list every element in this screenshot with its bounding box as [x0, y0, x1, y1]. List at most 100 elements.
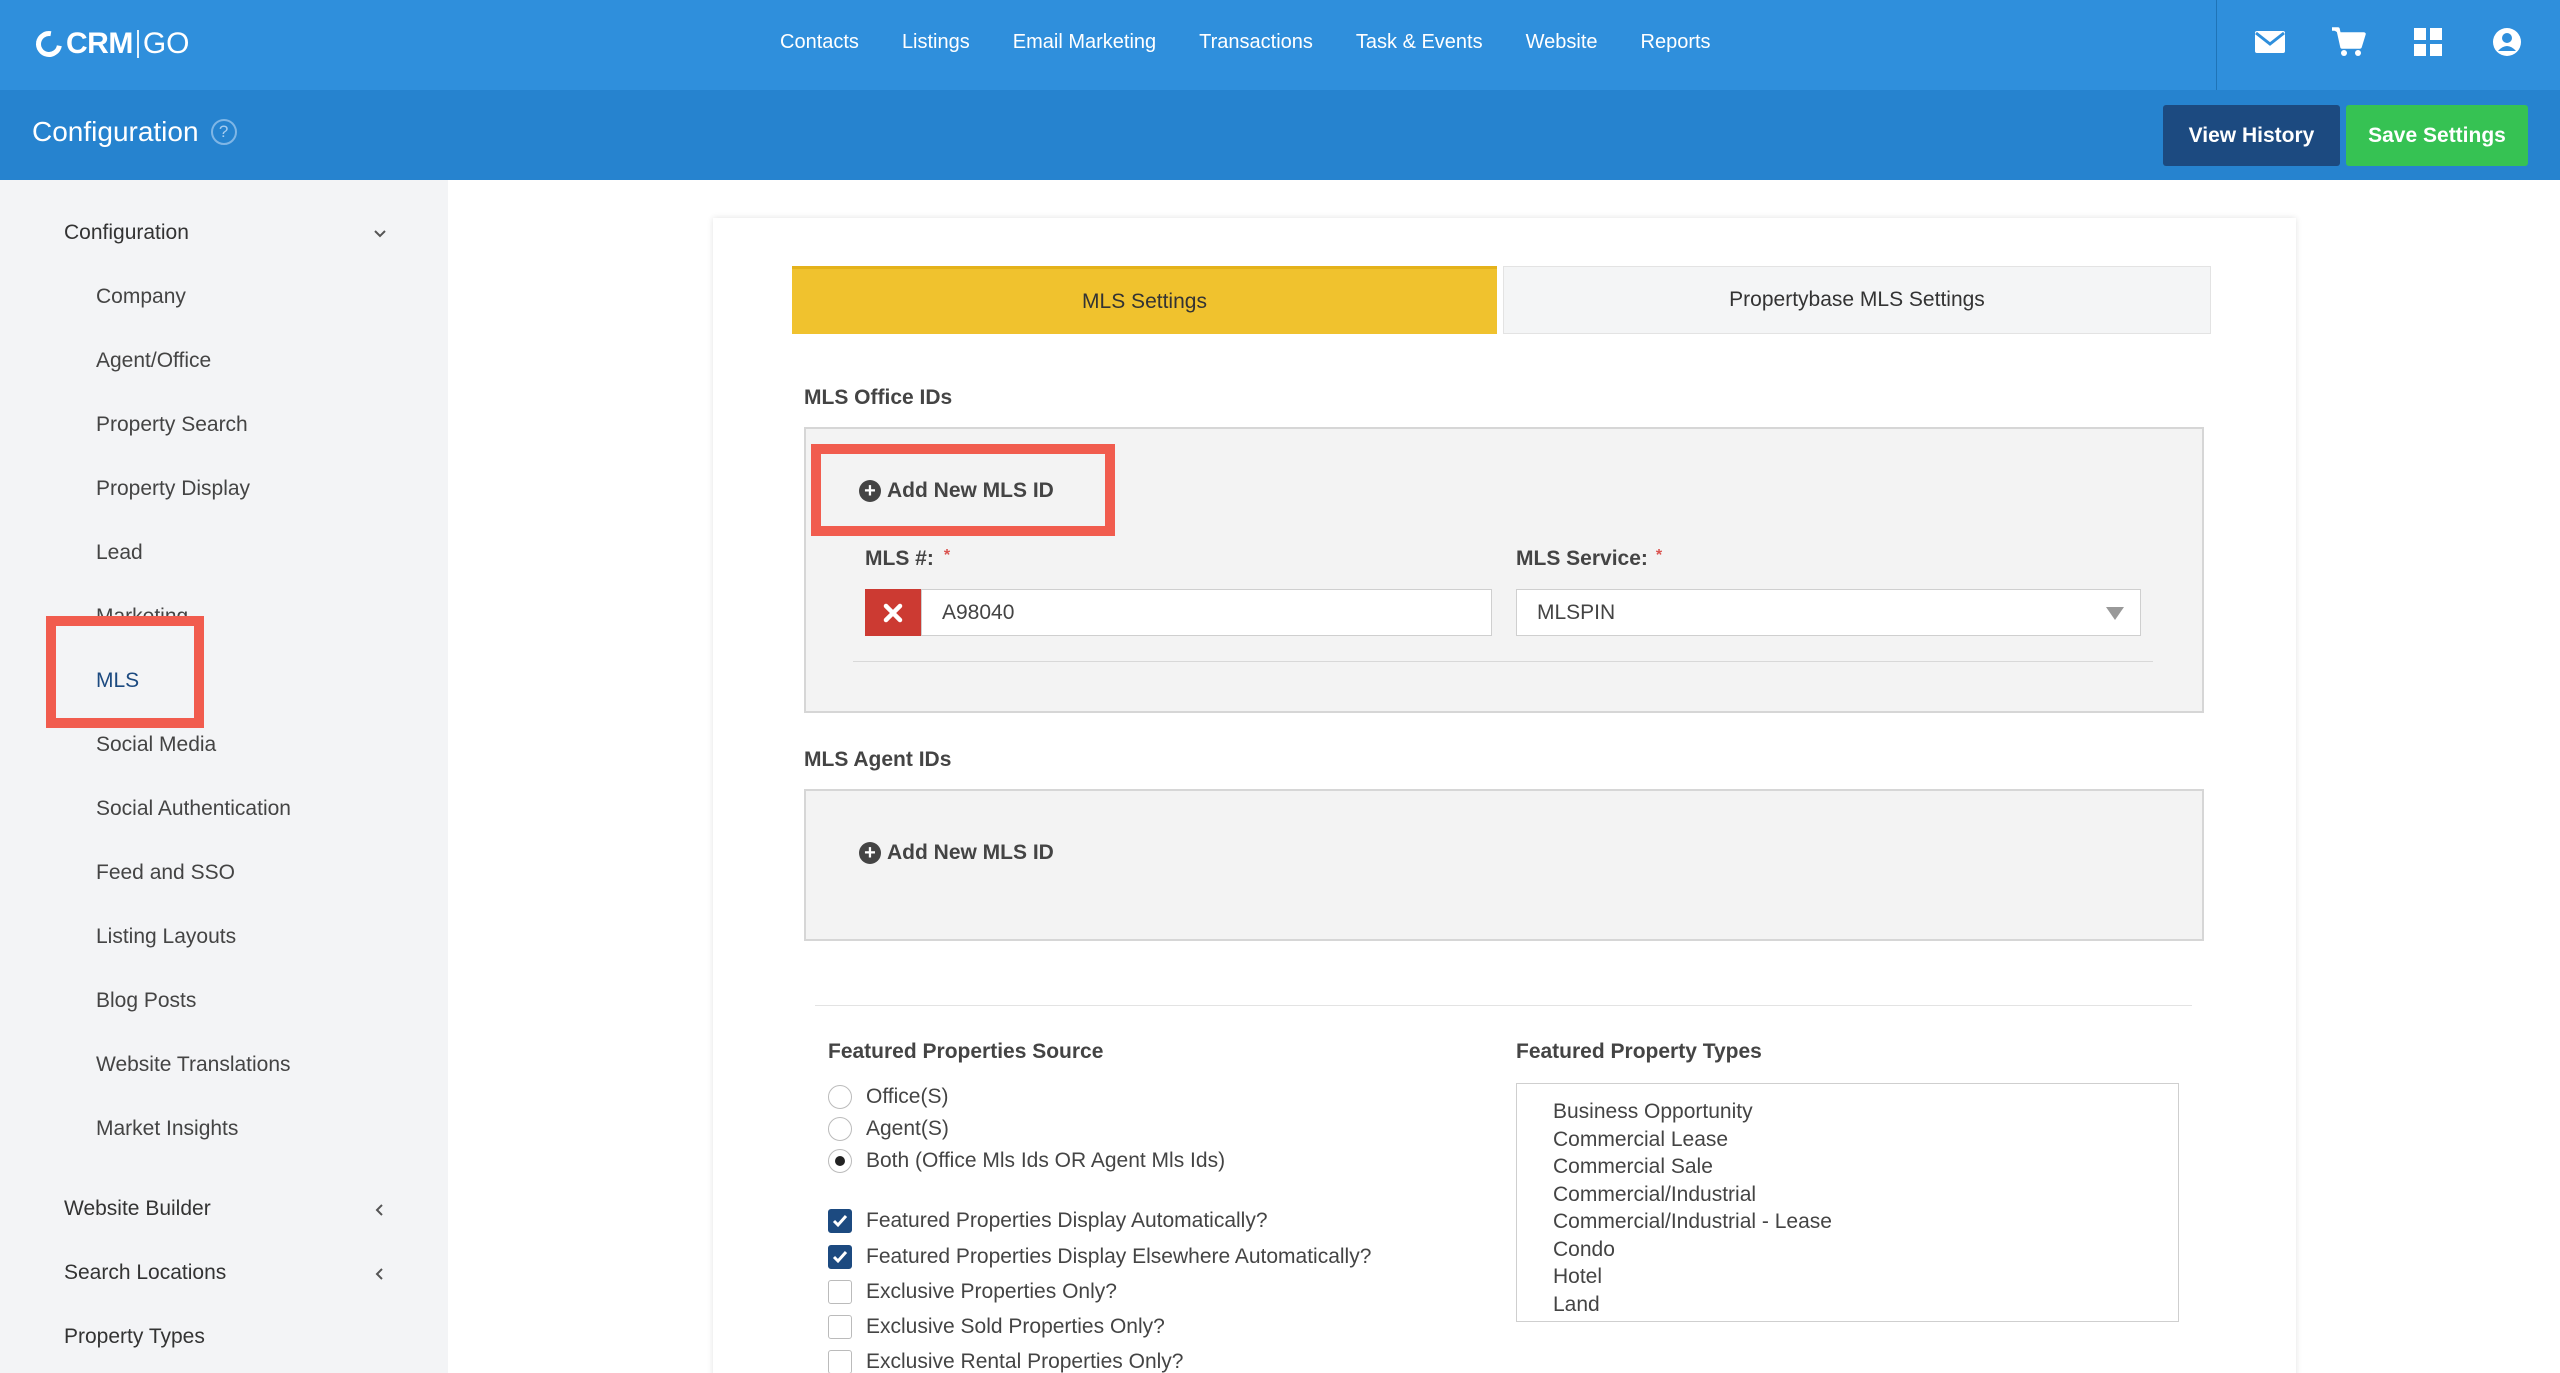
checkbox-exclusive-rental-only[interactable]: Exclusive Rental Properties Only?: [828, 1350, 1183, 1373]
nav-divider: [2216, 0, 2217, 90]
close-icon: [883, 603, 903, 622]
nav-reports[interactable]: Reports: [1641, 31, 1711, 54]
sidebar-item-website-translations[interactable]: Website Translations: [96, 1053, 291, 1077]
sidebar-item-configuration[interactable]: Configuration: [64, 221, 189, 245]
add-office-mls-id-label: Add New MLS ID: [887, 479, 1054, 502]
mls-agent-ids-label: MLS Agent IDs: [804, 748, 952, 771]
checkbox-unchecked[interactable]: [828, 1315, 852, 1339]
listbox-option[interactable]: Land: [1553, 1291, 2178, 1319]
help-icon[interactable]: ?: [210, 119, 237, 145]
sidebar-item-listing-layouts[interactable]: Listing Layouts: [96, 925, 236, 949]
tab-propertybase-mls-settings[interactable]: Propertybase MLS Settings: [1503, 266, 2211, 334]
remove-mls-id-button[interactable]: [865, 589, 921, 636]
mls-number-label-text: MLS #:: [865, 547, 934, 570]
crmgo-logo[interactable]: CRM GO: [30, 25, 190, 63]
radio-button-selected[interactable]: [828, 1149, 852, 1173]
logo-go-text: GO: [142, 27, 190, 60]
chevron-left-icon[interactable]: [370, 1264, 390, 1284]
radio-button[interactable]: [828, 1117, 852, 1141]
sidebar-item-lead[interactable]: Lead: [96, 541, 143, 565]
plus-circle-icon: +: [859, 480, 881, 502]
listbox-option[interactable]: Business Opportunity: [1553, 1098, 2178, 1126]
cart-icon[interactable]: [2329, 24, 2369, 60]
user-icon[interactable]: [2487, 24, 2527, 60]
check-icon: [832, 1251, 848, 1264]
sidebar-item-social-media[interactable]: Social Media: [96, 733, 216, 757]
nav-task-events[interactable]: Task & Events: [1356, 31, 1483, 54]
section-divider: [815, 1005, 2192, 1006]
featured-types-listbox[interactable]: Business Opportunity Commercial Lease Co…: [1516, 1083, 2179, 1322]
top-icons: [2250, 24, 2527, 60]
featured-types-label: Featured Property Types: [1516, 1040, 1762, 1063]
nav-contacts[interactable]: Contacts: [780, 31, 859, 54]
sidebar-item-website-builder[interactable]: Website Builder: [64, 1197, 211, 1221]
mls-number-input[interactable]: [921, 589, 1492, 636]
nav-listings[interactable]: Listings: [902, 31, 970, 54]
mls-agent-ids-well: [804, 789, 2204, 941]
caret-down-icon: [2106, 607, 2124, 620]
sidebar-item-search-locations[interactable]: Search Locations: [64, 1261, 226, 1285]
listbox-option[interactable]: Commercial/Industrial: [1553, 1181, 2178, 1209]
required-marker: *: [943, 547, 951, 564]
checkbox-label: Exclusive Rental Properties Only?: [866, 1350, 1184, 1373]
sidebar-item-blog-posts[interactable]: Blog Posts: [96, 989, 196, 1013]
main-nav: Contacts Listings Email Marketing Transa…: [780, 0, 1754, 84]
checkbox-unchecked[interactable]: [828, 1280, 852, 1304]
sidebar-item-mls[interactable]: MLS: [96, 669, 139, 693]
chevron-left-icon[interactable]: [370, 1200, 390, 1220]
radio-agent[interactable]: Agent(S): [828, 1117, 949, 1141]
listbox-option[interactable]: Condo: [1553, 1236, 2178, 1264]
mls-service-label-text: MLS Service:: [1516, 547, 1648, 570]
plus-circle-icon: +: [859, 842, 881, 864]
mls-office-ids-label: MLS Office IDs: [804, 386, 953, 409]
radio-both[interactable]: Both (Office Mls Ids OR Agent Mls Ids): [828, 1149, 1225, 1173]
listbox-option[interactable]: Commercial Sale: [1553, 1153, 2178, 1181]
nav-website[interactable]: Website: [1526, 31, 1598, 54]
add-agent-mls-id-button[interactable]: + Add New MLS ID: [859, 841, 1054, 865]
grid-icon[interactable]: [2408, 24, 2448, 60]
checkbox-unchecked[interactable]: [828, 1350, 852, 1373]
mls-service-select[interactable]: MLSPIN: [1516, 589, 2141, 636]
mail-icon[interactable]: [2250, 24, 2290, 60]
radio-agent-label: Agent(S): [866, 1117, 949, 1140]
listbox-option[interactable]: Hotel: [1553, 1263, 2178, 1291]
checkbox-exclusive-sold-only[interactable]: Exclusive Sold Properties Only?: [828, 1315, 1165, 1339]
radio-both-label: Both (Office Mls Ids OR Agent Mls Ids): [866, 1149, 1226, 1172]
sidebar-item-agent-office[interactable]: Agent/Office: [96, 349, 211, 373]
listbox-option[interactable]: Commercial/Industrial - Lease: [1553, 1208, 2178, 1236]
checkbox-label: Featured Properties Display Elsewhere Au…: [866, 1245, 1372, 1268]
sidebar-item-property-search[interactable]: Property Search: [96, 413, 248, 437]
mls-service-label: MLS Service: *: [1516, 547, 1662, 571]
logo-icon: [30, 25, 68, 63]
checkbox-featured-display-auto[interactable]: Featured Properties Display Automaticall…: [828, 1209, 1268, 1233]
listbox-option[interactable]: Commercial Lease: [1553, 1126, 2178, 1154]
sidebar-item-feed-and-sso[interactable]: Feed and SSO: [96, 861, 235, 885]
logo-crm-text: CRM: [66, 27, 133, 60]
radio-office-label: Office(S): [866, 1085, 949, 1108]
add-office-mls-id-button[interactable]: + Add New MLS ID: [859, 479, 1054, 503]
logo-separator: [136, 30, 139, 58]
checkbox-label: Exclusive Properties Only?: [866, 1280, 1117, 1303]
sidebar-item-property-display[interactable]: Property Display: [96, 477, 250, 501]
sidebar-item-company[interactable]: Company: [96, 285, 186, 309]
checkbox-label: Exclusive Sold Properties Only?: [866, 1315, 1165, 1338]
checkbox-exclusive-only[interactable]: Exclusive Properties Only?: [828, 1280, 1117, 1304]
sidebar-item-social-authentication[interactable]: Social Authentication: [96, 797, 291, 821]
sidebar-item-property-types[interactable]: Property Types: [64, 1325, 205, 1349]
tab-mls-settings[interactable]: MLS Settings: [792, 266, 1497, 334]
nav-email-marketing[interactable]: Email Marketing: [1013, 31, 1156, 54]
radio-button[interactable]: [828, 1085, 852, 1109]
view-history-button[interactable]: View History: [2163, 105, 2340, 166]
radio-dot: [835, 1156, 845, 1166]
radio-office[interactable]: Office(S): [828, 1085, 948, 1109]
nav-transactions[interactable]: Transactions: [1199, 31, 1313, 54]
checkbox-checked[interactable]: [828, 1209, 852, 1233]
checkbox-featured-display-elsewhere[interactable]: Featured Properties Display Elsewhere Au…: [828, 1245, 1371, 1269]
page-title: Configuration ?: [32, 116, 237, 148]
save-settings-button[interactable]: Save Settings: [2346, 105, 2528, 166]
checkbox-checked[interactable]: [828, 1245, 852, 1269]
check-icon: [832, 1215, 848, 1228]
chevron-down-icon[interactable]: [370, 224, 390, 244]
sidebar-item-market-insights[interactable]: Market Insights: [96, 1117, 238, 1141]
mls-number-label: MLS #: *: [865, 547, 950, 571]
